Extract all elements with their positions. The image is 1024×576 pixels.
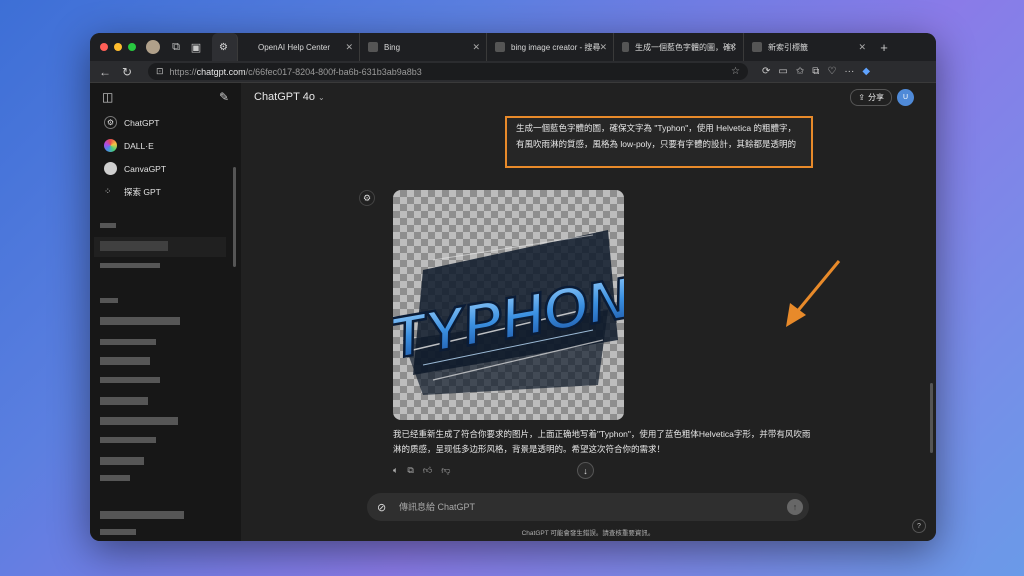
close-tab-icon[interactable]: ✕ [472, 42, 480, 53]
close-tab-icon[interactable]: ✕ [729, 42, 737, 53]
canva-icon [104, 162, 117, 175]
sidebar: ◫ ✎ ⚙ ChatGPT DALL·E CanvaGPT ⁘ 探索 GPT [90, 83, 241, 541]
close-window-button[interactable] [100, 43, 108, 51]
tab-chat-prompt[interactable]: 生成一個藍色字體的圖，確保文字為 "Typho✕ [614, 33, 744, 61]
attach-paperclip-icon[interactable]: ⊘ [377, 501, 393, 514]
sidebar-item-dalle[interactable]: DALL·E [90, 134, 241, 157]
generated-image[interactable]: TYPHON [393, 190, 624, 420]
browser-toolbar: ⟳ ▭ ✩ ⧉ ♡ ··· ◆ [762, 66, 870, 77]
collections-icon[interactable]: ⧉ [812, 66, 819, 77]
disclaimer-text: ChatGPT 可能會發生錯誤。請查核重要資訊。 [521, 530, 655, 537]
orange-arrow-annotation [786, 260, 841, 327]
share-icon: ⇪ [858, 93, 865, 102]
url-field[interactable]: ⊡ https://chatgpt.com/c/66fec017-8204-80… [148, 63, 748, 80]
message-composer: ⊘ ↑ [367, 493, 809, 521]
new-tab-favicon-icon [752, 42, 762, 52]
tab-bar: ⧉ ▣ ⚙ OpenAI Help Center ✕ Bing ✕ bing ima… [90, 33, 936, 61]
bing-favicon-icon [368, 42, 378, 52]
search-favicon-icon [495, 42, 505, 52]
new-tab-plus-icon[interactable]: + [876, 39, 892, 55]
extensions-icon[interactable]: ⟳ [762, 66, 770, 77]
model-selector[interactable]: ChatGPT 4o ⌄ [254, 91, 325, 103]
message-input[interactable] [399, 502, 759, 512]
chevron-down-icon: ⌄ [318, 93, 325, 102]
chatgpt-favicon-icon [622, 42, 629, 52]
close-tab-icon[interactable]: ✕ [345, 42, 353, 53]
user-avatar[interactable]: U [897, 89, 914, 106]
tab-openai-help[interactable]: OpenAI Help Center ✕ [238, 33, 360, 61]
sidebar-item-explore-gpt[interactable]: ⁘ 探索 GPT [90, 180, 241, 203]
site-info-icon[interactable]: ⊡ [156, 66, 164, 77]
workspaces-icon[interactable]: ⧉ [168, 39, 184, 55]
chat-header: ChatGPT 4o ⌄ [241, 83, 936, 111]
close-tab-icon[interactable]: ✕ [858, 42, 866, 53]
window-controls [100, 43, 136, 51]
scroll-down-button[interactable]: ↓ [577, 462, 594, 479]
browser-window: ⧉ ▣ ⚙ OpenAI Help Center ✕ Bing ✕ bing ima… [90, 33, 936, 541]
tab-bing-search[interactable]: bing image creator - 搜尋 ✕ [487, 33, 614, 61]
tab-chatgpt[interactable]: ⚙ [212, 33, 238, 61]
refresh-icon[interactable]: ↻ [116, 65, 138, 79]
tab-new-tab[interactable]: 新索引標籤 ✕ [744, 33, 872, 61]
assistant-avatar-icon: ⚙ [359, 190, 375, 206]
tab-actions-icon[interactable]: ▣ [188, 39, 204, 55]
new-chat-icon[interactable]: ✎ [219, 90, 229, 104]
sidebar-header: ◫ ✎ [90, 83, 241, 111]
toggle-sidebar-icon[interactable]: ◫ [102, 90, 113, 104]
favorite-star-icon[interactable]: ☆ [731, 66, 740, 77]
split-screen-icon[interactable]: ▭ [778, 66, 787, 77]
copy-icon[interactable]: ⧉ [407, 465, 413, 476]
read-aloud-icon[interactable]: 🔈︎ [393, 465, 398, 476]
message-actions: 🔈︎ ⧉ 👍︎ 👎︎ [393, 465, 450, 476]
thumbs-up-icon[interactable]: 👍︎ [423, 465, 432, 476]
more-menu-icon[interactable]: ··· [844, 66, 854, 77]
grid-icon: ⁘ [104, 186, 112, 196]
assistant-message: 我已经重新生成了符合你要求的图片，上面正确地写着"Typhon"，使用了蓝色粗体… [393, 429, 811, 454]
share-button[interactable]: ⇪ 分享 [850, 89, 892, 106]
arrow-down-icon: ↓ [583, 465, 588, 476]
heart-icon[interactable]: ♡ [827, 66, 836, 77]
tab-bing[interactable]: Bing ✕ [360, 33, 487, 61]
help-button[interactable]: ? [912, 519, 926, 533]
copilot-icon[interactable]: ◆ [862, 66, 870, 77]
chatgpt-favicon-icon: ⚙ [219, 41, 228, 53]
close-tab-icon[interactable]: ✕ [599, 42, 607, 53]
sidebar-item-canvagpt[interactable]: CanvaGPT [90, 157, 241, 180]
thumbs-down-icon[interactable]: 👎︎ [441, 465, 450, 476]
openai-icon: ⚙ [104, 116, 117, 129]
profile-avatar[interactable] [146, 40, 160, 54]
send-button[interactable]: ↑ [787, 499, 803, 515]
back-arrow-icon[interactable]: ← [94, 65, 116, 79]
user-prompt-callout: 生成一個藍色字體的圖，確保文字為 "Typhon"，使用 Helvetica 的… [505, 116, 813, 168]
favorites-icon[interactable]: ✩ [796, 66, 804, 77]
address-bar: ← ↻ ⊡ https://chatgpt.com/c/66fec017-820… [90, 61, 936, 83]
typhon-artwork: TYPHON [393, 230, 624, 395]
chat-main: ChatGPT 4o ⌄ ⇪ 分享 U 生成一個藍色字體的圖，確保文字為 "Typ… [241, 83, 936, 541]
main-scrollbar[interactable] [930, 383, 933, 453]
sidebar-scrollbar[interactable] [233, 167, 236, 267]
maximize-window-button[interactable] [128, 43, 136, 51]
minimize-window-button[interactable] [114, 43, 122, 51]
sidebar-item-chatgpt[interactable]: ⚙ ChatGPT [90, 111, 241, 134]
dalle-icon [104, 139, 117, 152]
